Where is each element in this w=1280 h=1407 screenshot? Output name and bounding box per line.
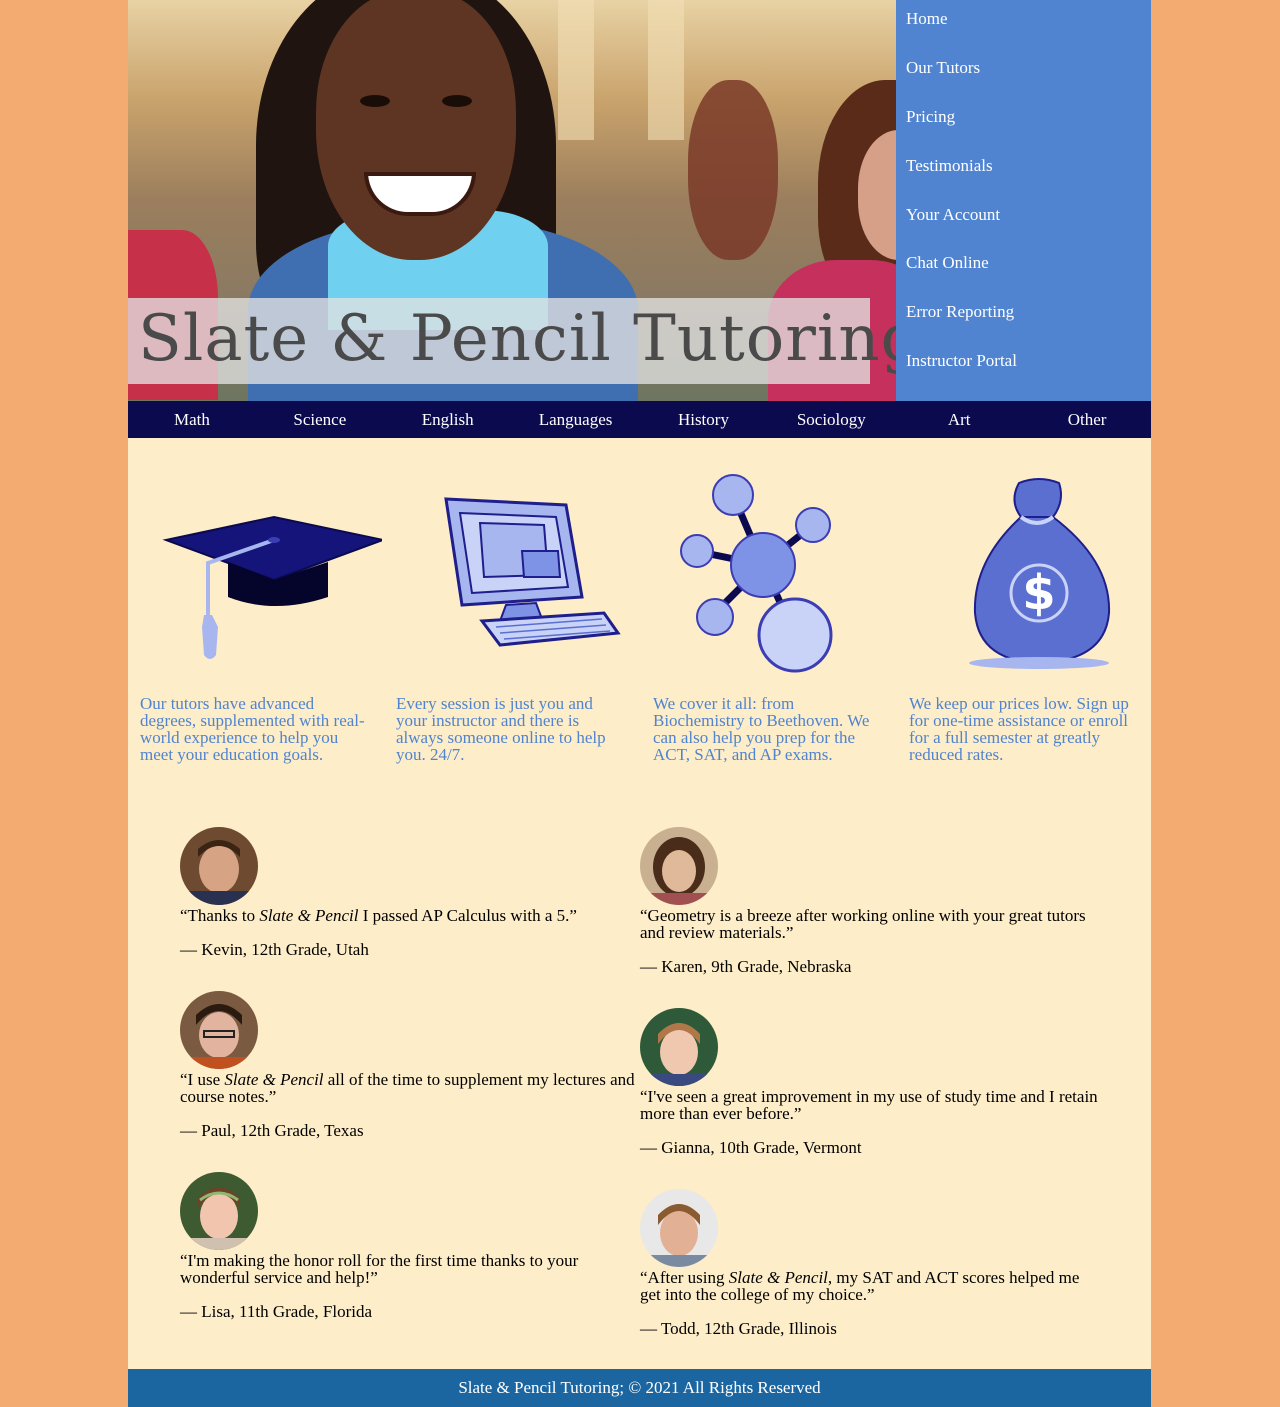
background-pillar [648, 0, 684, 140]
avatar [640, 1008, 718, 1086]
avatar [180, 827, 258, 905]
subject-sociology[interactable]: Sociology [767, 401, 895, 438]
subject-science[interactable]: Science [256, 401, 384, 438]
svg-text:$: $ [1022, 565, 1055, 621]
computer-icon [444, 497, 621, 647]
nav-item-instructor-portal[interactable]: Instructor Portal [896, 342, 1151, 391]
feature-text: We cover it all: from Biochemistry to Be… [653, 694, 870, 764]
testimonial-quote: “I'm making the honor roll for the first… [180, 1251, 579, 1287]
nav-item-your-account[interactable]: Your Account [896, 196, 1151, 245]
nav-item-testimonials[interactable]: Testimonials [896, 147, 1151, 196]
feature-text: Our tutors have advanced degrees, supple… [140, 694, 365, 764]
subject-languages[interactable]: Languages [512, 401, 640, 438]
subject-art[interactable]: Art [895, 401, 1023, 438]
main-nav: Home Our Tutors Pricing Testimonials You… [896, 0, 1151, 401]
nav-item-chat-online[interactable]: Chat Online [896, 244, 1151, 293]
nav-item-home[interactable]: Home [896, 0, 1151, 49]
testimonial-quote: “I use Slate & Pencil all of the time to… [180, 1070, 635, 1106]
subject-english[interactable]: English [384, 401, 512, 438]
feature-text: Every session is just you and your instr… [396, 694, 606, 764]
testimonial-quote: “I've seen a great improvement in my use… [640, 1087, 1098, 1123]
subject-nav: Math Science English Languages History S… [128, 401, 1151, 438]
testimonial-author: — Gianna, 10th Grade, Vermont [640, 1138, 862, 1157]
footer: Slate & Pencil Tutoring; © 2021 All Righ… [128, 1369, 1151, 1407]
avatar [640, 827, 718, 905]
tutor-face [316, 0, 516, 260]
footer-text: Slate & Pencil Tutoring; © 2021 All Righ… [458, 1378, 821, 1397]
testimonial-author: — Kevin, 12th Grade, Utah [180, 940, 369, 959]
testimonial-author: — Paul, 12th Grade, Texas [180, 1121, 364, 1140]
brand-title: Slate & Pencil Tutoring [138, 302, 896, 376]
brand-banner: Slate & Pencil Tutoring [128, 298, 896, 384]
money-bag-icon: $ [969, 478, 1111, 669]
avatar [180, 1172, 258, 1250]
avatar [640, 1189, 718, 1267]
nav-item-pricing[interactable]: Pricing [896, 98, 1151, 147]
subject-history[interactable]: History [640, 401, 768, 438]
testimonial-quote: “Thanks to Slate & Pencil I passed AP Ca… [180, 906, 577, 925]
molecule-icon [680, 474, 833, 673]
subject-other[interactable]: Other [1023, 401, 1151, 438]
nav-item-our-tutors[interactable]: Our Tutors [896, 49, 1151, 98]
testimonial-quote: “After using Slate & Pencil, my SAT and … [640, 1268, 1080, 1304]
subject-math[interactable]: Math [128, 401, 256, 438]
background-pillar [558, 0, 594, 140]
page: Slate & Pencil Tutoring Home Our Tutors … [128, 0, 1151, 1407]
testimonial-author: — Karen, 9th Grade, Nebraska [640, 957, 852, 976]
avatar [180, 991, 258, 1069]
feature-text: We keep our prices low. Sign up for one-… [909, 694, 1129, 764]
hero-image: Slate & Pencil Tutoring [128, 0, 896, 401]
graduation-cap-icon [162, 515, 382, 659]
tutor-eye [360, 95, 390, 107]
testimonial-author: — Todd, 12th Grade, Illinois [640, 1319, 837, 1338]
nav-item-error-reporting[interactable]: Error Reporting [896, 293, 1151, 342]
background-person [688, 80, 778, 260]
testimonial-author: — Lisa, 11th Grade, Florida [180, 1302, 372, 1321]
tutor-eye [442, 95, 472, 107]
testimonial-quote: “Geometry is a breeze after working onli… [640, 906, 1086, 942]
